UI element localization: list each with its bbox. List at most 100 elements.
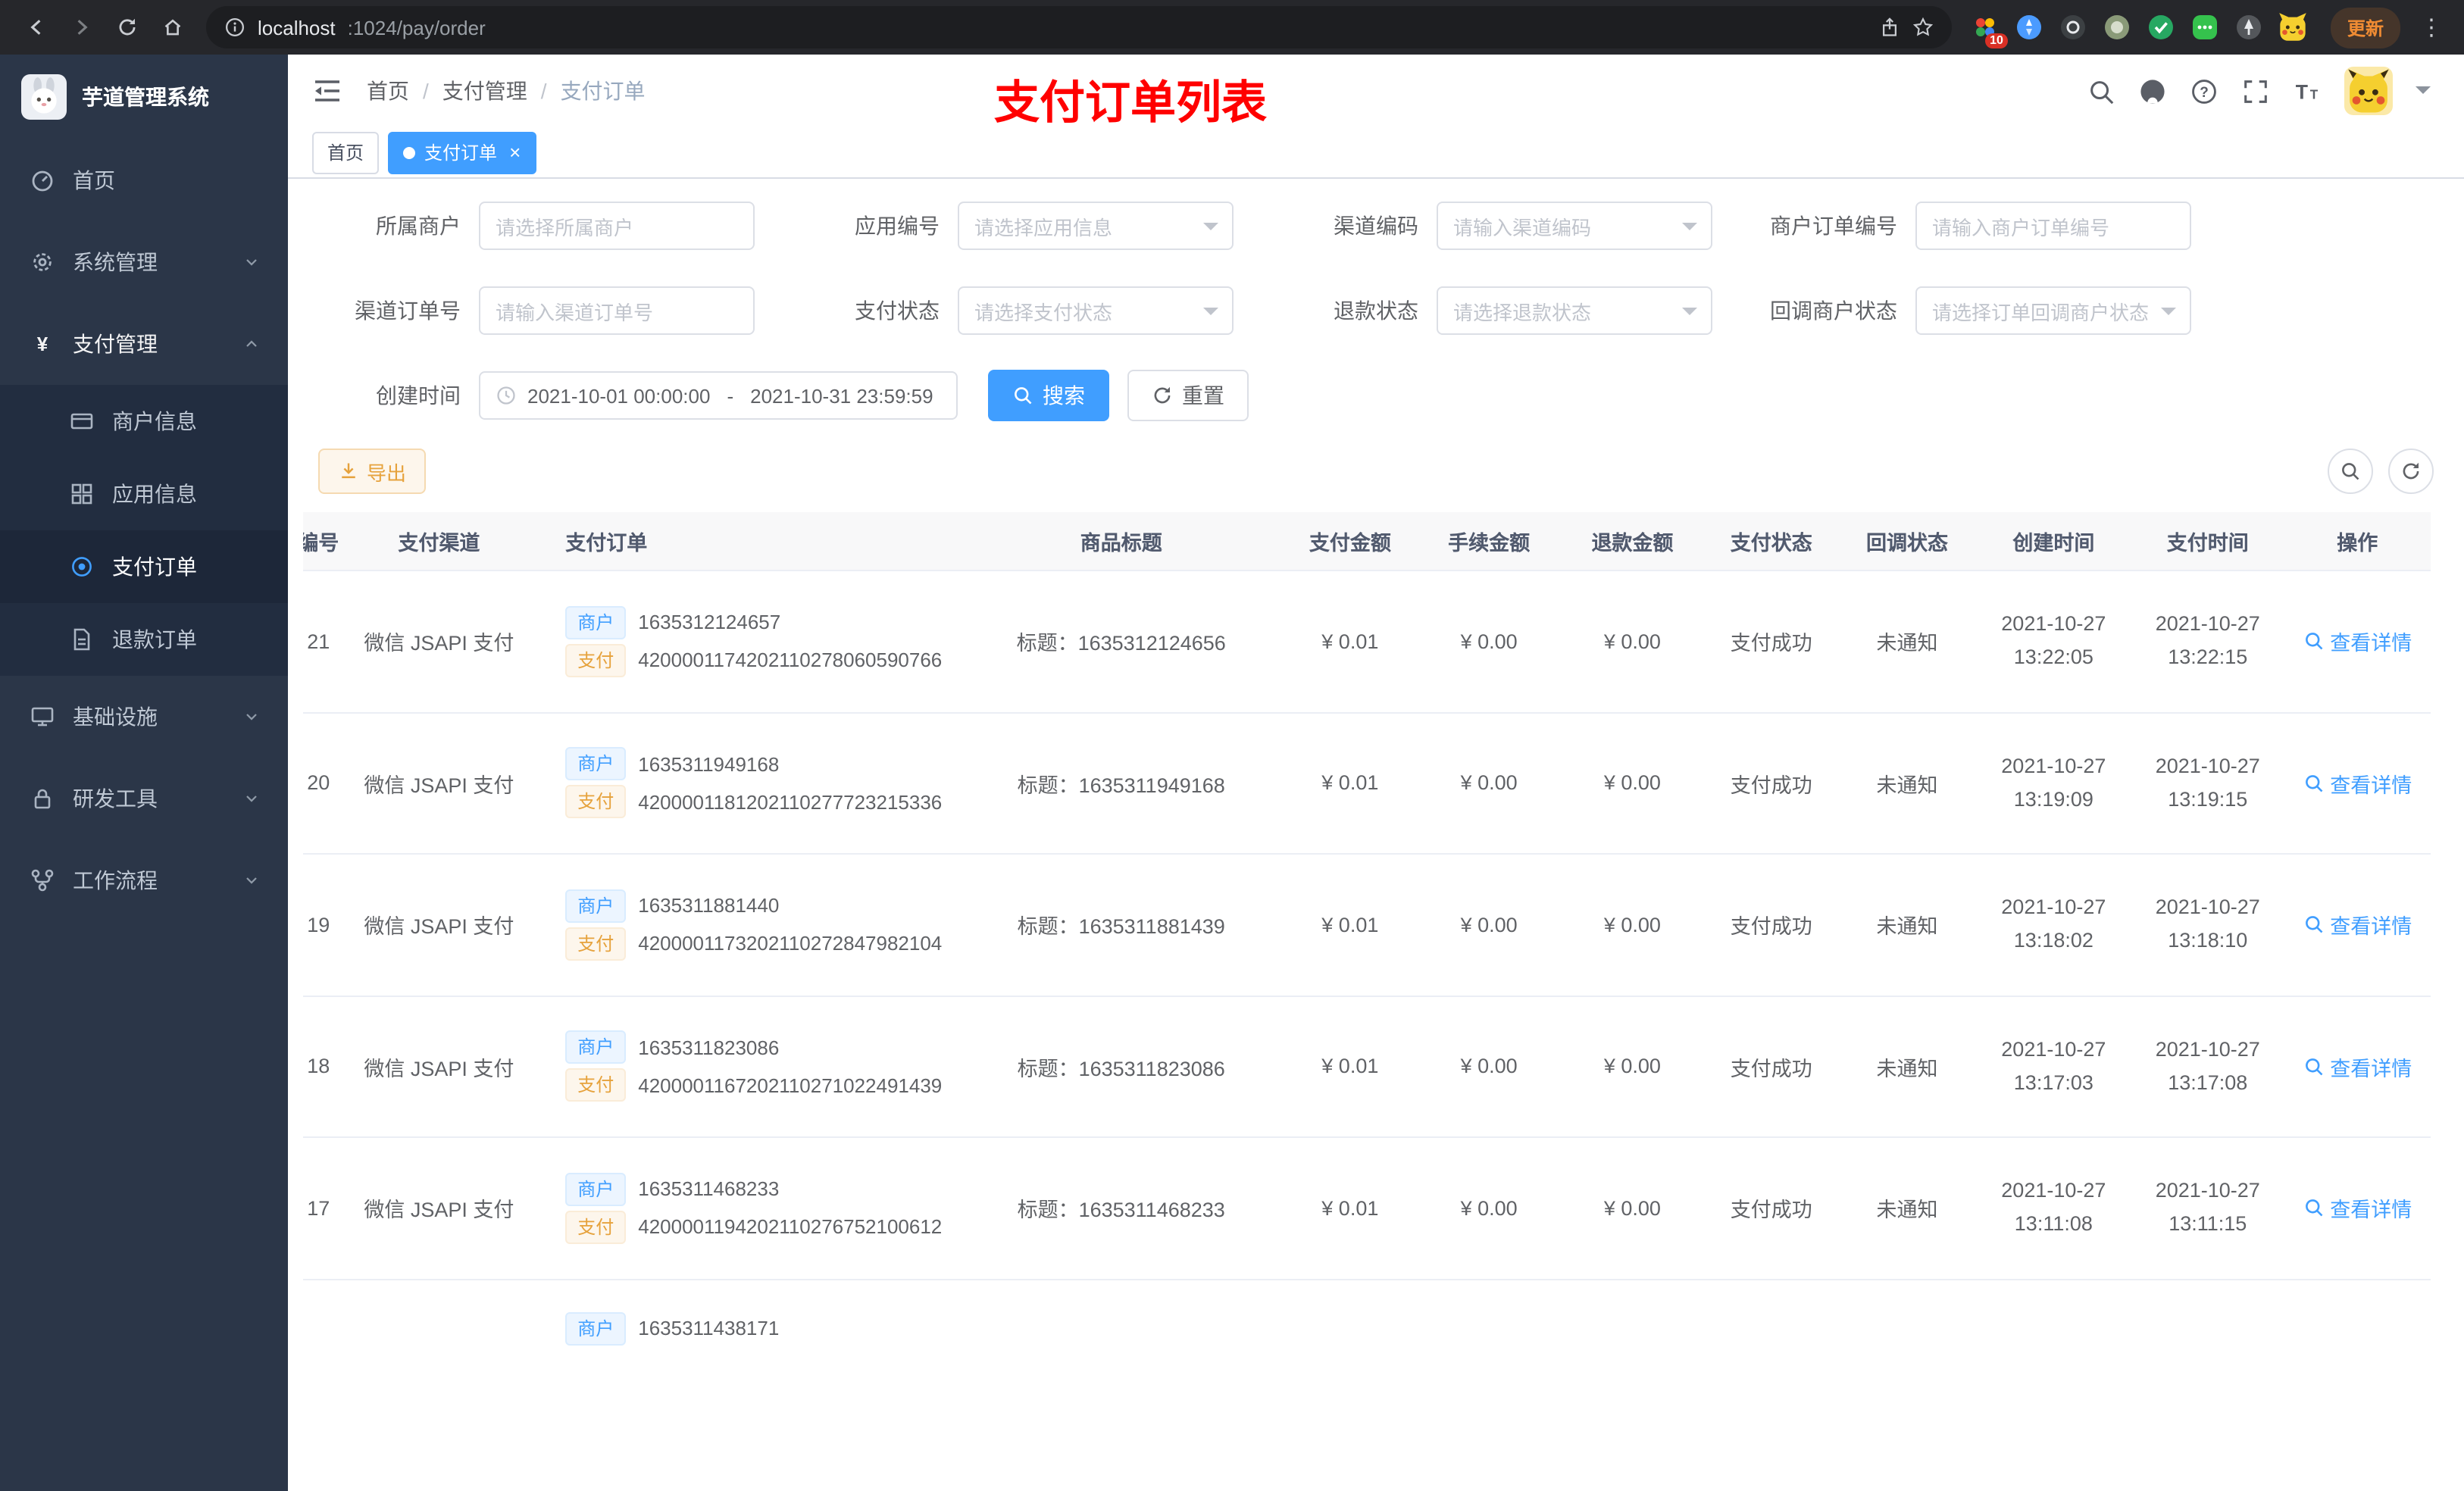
help-icon[interactable]: ? bbox=[2190, 77, 2219, 105]
merchant-order-no: 1635311881440 bbox=[638, 894, 780, 917]
browser-home-button[interactable] bbox=[152, 6, 194, 48]
pay-order-no: 4200001173202110272847982104 bbox=[638, 932, 943, 955]
order-id-cell: 18 bbox=[303, 996, 349, 1139]
pay-channel-cell: 微信 JSAPI 支付 bbox=[349, 854, 530, 997]
pay-status-cell: 支付成功 bbox=[1704, 854, 1839, 997]
sidebar-item-home[interactable]: 首页 bbox=[0, 139, 288, 221]
filter-field: 支付状态 请选择支付状态 bbox=[782, 285, 1261, 336]
pay-order-cell: 商户 1635311881440 支付 42000011732021102728… bbox=[529, 854, 960, 997]
extension-icon[interactable] bbox=[2190, 12, 2220, 42]
search-icon bbox=[2305, 916, 2322, 934]
bookmark-star-icon[interactable] bbox=[1912, 17, 1934, 38]
browser-update-button[interactable]: 更新 bbox=[2330, 7, 2400, 48]
collapse-sidebar-icon[interactable] bbox=[312, 76, 342, 106]
view-detail-link[interactable]: 查看详情 bbox=[2303, 768, 2412, 799]
toggle-search-button[interactable] bbox=[2328, 449, 2373, 494]
date-start[interactable]: 2021-10-01 00:00:00 bbox=[527, 384, 710, 407]
merchant-badge: 商户 bbox=[565, 605, 627, 639]
breadcrumb-separator: / bbox=[423, 79, 429, 103]
fullscreen-icon[interactable] bbox=[2241, 77, 2270, 105]
sidebar-menu: 首页 系统管理 ¥ 支付管理 商户信息 应用信息 支付订单 退款订单 基础设施 … bbox=[0, 139, 288, 921]
search-button[interactable]: 搜索 bbox=[988, 370, 1109, 421]
sidebar-item-infra[interactable]: 基础设施 bbox=[0, 676, 288, 758]
order-id-cell: 17 bbox=[303, 1137, 349, 1280]
url-bar[interactable]: localhost:1024/pay/order bbox=[206, 6, 1952, 48]
view-detail-link[interactable]: 查看详情 bbox=[2303, 1193, 2412, 1224]
pay-order-cell: 商户 1635311468233 支付 42000011942021102767… bbox=[529, 1137, 960, 1280]
extension-icon[interactable] bbox=[2014, 12, 2044, 42]
sidebar-item-system[interactable]: 系统管理 bbox=[0, 221, 288, 303]
create-time-cell: 2021-10-27 13:19:09 bbox=[1975, 712, 2132, 855]
document-icon bbox=[73, 628, 90, 651]
pay-order-no: 4200001174202110278060590766 bbox=[638, 649, 943, 672]
sidebar-item-app-info[interactable]: 应用信息 bbox=[0, 458, 288, 530]
browser-reload-button[interactable] bbox=[106, 6, 149, 48]
filter-input[interactable]: 请输入渠道订单号 bbox=[479, 286, 755, 335]
lock-icon bbox=[34, 789, 51, 809]
filter-label: 创建时间 bbox=[376, 383, 461, 408]
browser-forward-button[interactable] bbox=[61, 6, 103, 48]
reset-button[interactable]: 重置 bbox=[1127, 370, 1249, 421]
active-tab-dot bbox=[403, 146, 416, 158]
view-detail-link[interactable]: 查看详情 bbox=[2303, 1052, 2412, 1082]
refund-amount-cell: ¥ 0.00 bbox=[1560, 996, 1705, 1139]
font-size-icon[interactable]: TT bbox=[2293, 77, 2322, 105]
avatar-dropdown-caret[interactable] bbox=[2416, 86, 2431, 102]
order-id-cell: 19 bbox=[303, 854, 349, 997]
notify-status-cell: 未通知 bbox=[1838, 1137, 1976, 1280]
column-header: 退款金额 bbox=[1560, 512, 1705, 571]
profile-avatar[interactable] bbox=[2278, 12, 2308, 42]
tab-home[interactable]: 首页 bbox=[312, 131, 380, 173]
search-icon[interactable] bbox=[2087, 77, 2115, 105]
filter-input[interactable]: 请选择退款状态 bbox=[1437, 286, 1712, 335]
pay-amount-cell: ¥ 0.01 bbox=[1283, 570, 1418, 714]
sidebar-item-refund-order[interactable]: 退款订单 bbox=[0, 603, 288, 676]
filter-input[interactable]: 请选择支付状态 bbox=[958, 286, 1234, 335]
extension-icon[interactable] bbox=[2146, 12, 2176, 42]
view-detail-link[interactable]: 查看详情 bbox=[2303, 627, 2412, 657]
filter-field: 渠道订单号 请输入渠道订单号 bbox=[303, 285, 782, 336]
fee-amount-cell: ¥ 0.00 bbox=[1417, 570, 1561, 714]
share-icon[interactable] bbox=[1879, 17, 1900, 38]
filter-label: 应用编号 bbox=[855, 214, 940, 238]
tab-pay-order[interactable]: 支付订单 × bbox=[388, 131, 536, 173]
column-header: 手续金额 bbox=[1417, 512, 1561, 571]
filter-input[interactable]: 请选择订单回调商户状态 bbox=[1915, 286, 2191, 335]
filter-field: 回调商户状态 请选择订单回调商户状态 bbox=[1740, 285, 2219, 336]
filter-input[interactable]: 请选择应用信息 bbox=[958, 202, 1234, 250]
extension-icon[interactable] bbox=[2102, 12, 2132, 42]
actions-cell: 查看详情 bbox=[2284, 854, 2431, 997]
browser-back-button[interactable] bbox=[15, 6, 58, 48]
pay-badge: 支付 bbox=[565, 643, 627, 677]
site-info-icon[interactable] bbox=[224, 17, 245, 38]
breadcrumb-home[interactable]: 首页 bbox=[367, 76, 409, 106]
pay-badge: 支付 bbox=[565, 785, 627, 819]
github-icon[interactable] bbox=[2138, 77, 2167, 105]
date-range-input[interactable]: 2021-10-01 00:00:00 - 2021-10-31 23:59:5… bbox=[479, 371, 958, 420]
screen: localhost:1024/pay/order 10 更新 ⋮ 芋道管理系统… bbox=[0, 0, 2464, 1491]
view-detail-link[interactable]: 查看详情 bbox=[2303, 910, 2412, 940]
clock-icon bbox=[497, 386, 515, 405]
sidebar-item-dev-tools[interactable]: 研发工具 bbox=[0, 758, 288, 839]
sidebar-item-pay-order[interactable]: 支付订单 bbox=[0, 530, 288, 603]
sidebar-item-workflow[interactable]: 工作流程 bbox=[0, 839, 288, 921]
close-tab-icon[interactable]: × bbox=[509, 142, 521, 162]
date-end[interactable]: 2021-10-31 23:59:59 bbox=[750, 384, 933, 407]
filter-input[interactable]: 请输入商户订单编号 bbox=[1915, 202, 2191, 250]
url-text-path: :1024/pay/order bbox=[347, 16, 486, 39]
filter-input[interactable]: 请选择所属商户 bbox=[479, 202, 755, 250]
merchant-badge: 商户 bbox=[565, 1311, 627, 1346]
extension-icon[interactable] bbox=[2058, 12, 2088, 42]
extension-icon[interactable] bbox=[2234, 12, 2264, 42]
app-logo[interactable]: 芋道管理系统 bbox=[0, 55, 288, 139]
extension-icon[interactable]: 10 bbox=[1970, 12, 2008, 48]
breadcrumb-section[interactable]: 支付管理 bbox=[442, 76, 527, 106]
filter-field: 退款状态 请选择退款状态 bbox=[1261, 285, 1740, 336]
sidebar-item-payment[interactable]: ¥ 支付管理 bbox=[0, 303, 288, 385]
refresh-table-button[interactable] bbox=[2388, 449, 2434, 494]
user-avatar[interactable] bbox=[2344, 67, 2393, 115]
sidebar-item-merchant-info[interactable]: 商户信息 bbox=[0, 385, 288, 458]
filter-input[interactable]: 请输入渠道编码 bbox=[1437, 202, 1712, 250]
export-button[interactable]: 导出 bbox=[318, 449, 427, 494]
browser-menu-icon[interactable]: ⋮ bbox=[2414, 16, 2449, 39]
